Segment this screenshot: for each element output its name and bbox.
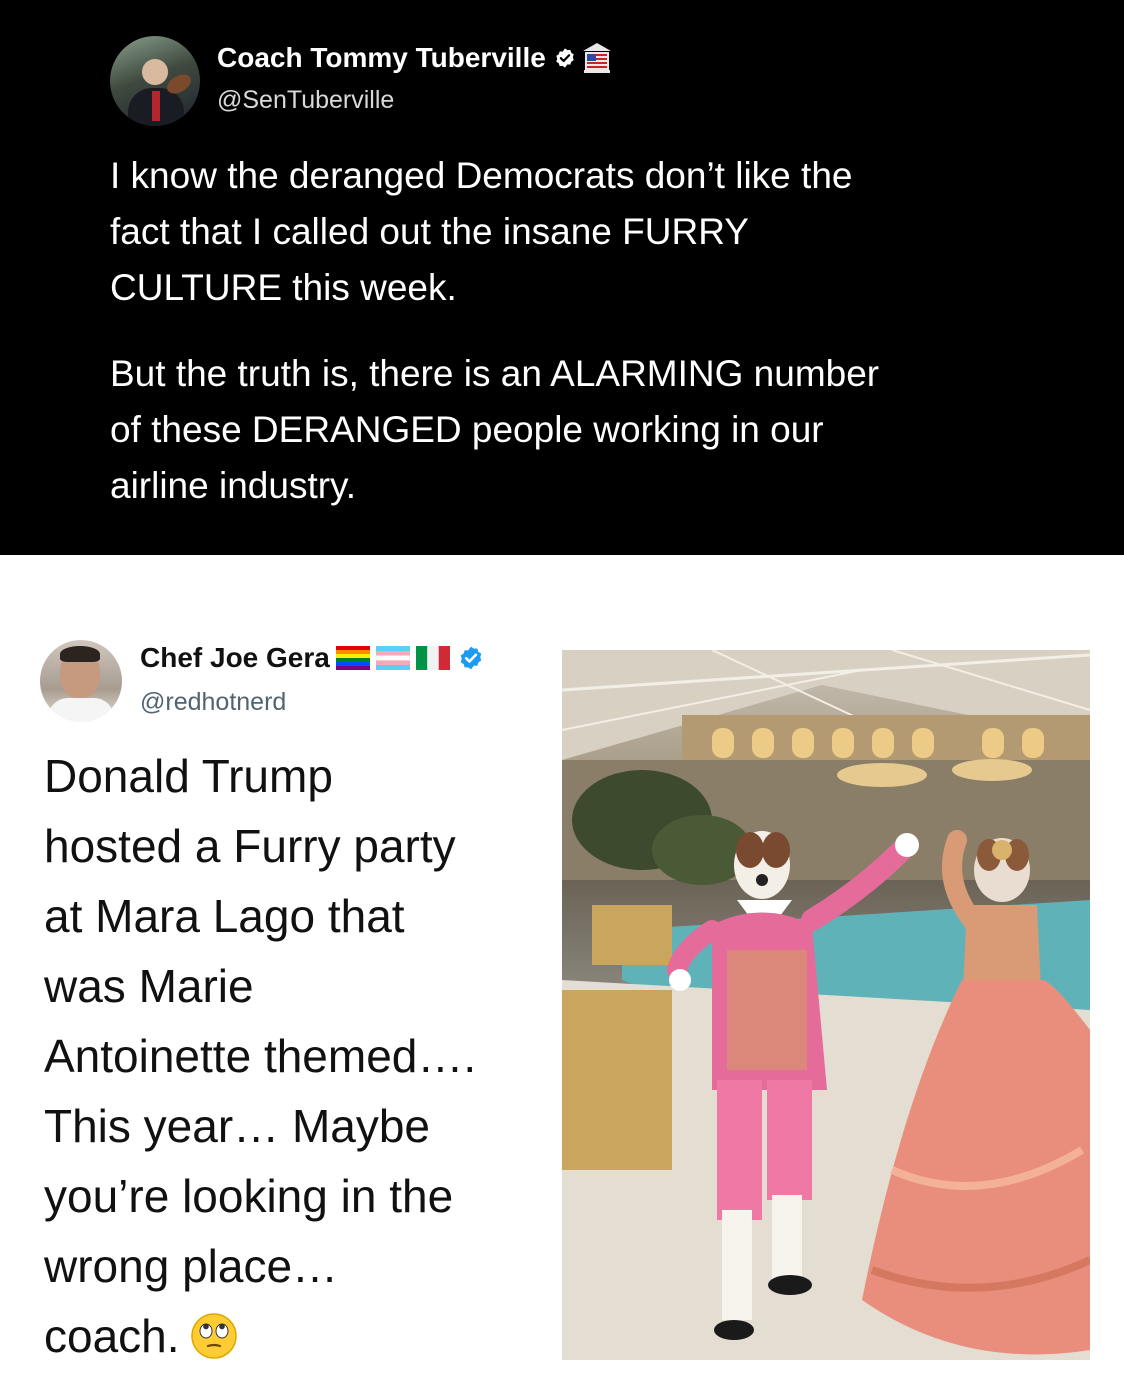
tweet-text-line: Donald Trump xyxy=(44,750,333,802)
tweet-text-line: wrong place… xyxy=(44,1240,339,1292)
avatar[interactable] xyxy=(110,36,200,126)
rainbow-flag-icon xyxy=(335,646,370,670)
verified-badge-icon xyxy=(460,646,482,670)
attached-photo[interactable] xyxy=(562,650,1090,1360)
author-name-row: Coach Tommy Tuberville xyxy=(217,42,612,74)
author-handle[interactable]: @SenTuberville xyxy=(217,86,394,115)
tweet-text-line: I know the deranged Democrats don’t like… xyxy=(110,155,853,196)
tweet-text-line: of these DERANGED people working in our xyxy=(110,409,824,450)
verified-badge-icon xyxy=(556,48,574,68)
author-handle[interactable]: @redhotnerd xyxy=(140,688,286,717)
tweet-text-line: hosted a Furry party xyxy=(44,820,456,872)
tweet-text-line: you’re looking in the xyxy=(44,1170,454,1222)
avatar-chef-coat xyxy=(48,698,114,722)
tweet-text-line: Antoinette themed…. xyxy=(44,1030,477,1082)
tweet-text-fragment: coach. xyxy=(44,1310,180,1362)
avatar-tie xyxy=(152,91,160,121)
tweet-text-line: fact that I called out the insane FURRY xyxy=(110,211,749,252)
tweet-text-line: at Mara Lago that xyxy=(44,890,405,942)
author-display-name[interactable]: Chef Joe Gera xyxy=(140,642,330,674)
tweet-text-line: This year… Maybe xyxy=(44,1100,431,1152)
party-photo-illustration xyxy=(562,650,1090,1360)
senate-building-icon xyxy=(582,43,611,73)
tweet-body: I know the deranged Democrats don’t like… xyxy=(110,148,1030,514)
author-name-row: Chef Joe Gera xyxy=(140,642,484,674)
tweet-text-line-last: coach. xyxy=(44,1301,544,1371)
tweet-text-line: was Marie xyxy=(44,960,254,1012)
author-display-name[interactable]: Coach Tommy Tuberville xyxy=(217,42,546,74)
transgender-flag-icon xyxy=(375,646,410,670)
eye-roll-emoji-icon xyxy=(190,1313,237,1359)
tweet-body: Donald Trump hosted a Furry party at Mar… xyxy=(44,741,544,1371)
tweet-text-line: CULTURE this week. xyxy=(110,267,457,308)
italian-flag-icon xyxy=(415,646,450,670)
tweet-text-line: But the truth is, there is an ALARMING n… xyxy=(110,353,880,394)
avatar[interactable] xyxy=(40,640,122,722)
tweet-text-line: airline industry. xyxy=(110,465,357,506)
avatar-hair xyxy=(60,646,100,662)
top-tweet-card: Coach Tommy Tuberville @SenTuberville I … xyxy=(0,0,1124,555)
bottom-tweet-card: Chef Joe Gera @redhotnerd Donald Trump h… xyxy=(0,555,1124,1390)
